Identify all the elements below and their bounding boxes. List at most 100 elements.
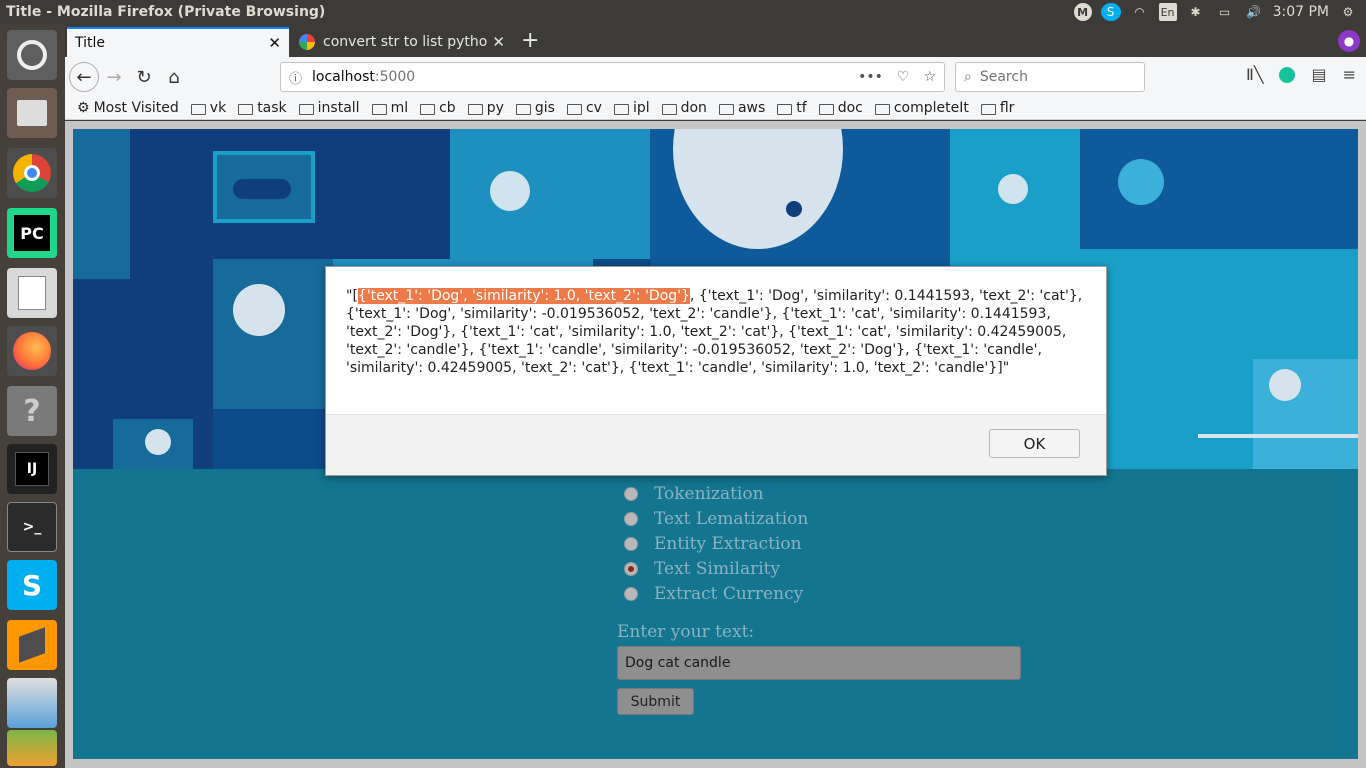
keyboard-layout-indicator[interactable]: En [1158,3,1177,21]
input-label: Enter your text: [617,622,755,642]
option-row[interactable]: Extract Currency [617,581,1037,606]
option-row[interactable]: Text Similarity [617,556,1037,581]
option-label: Extract Currency [654,583,804,604]
terminal-icon[interactable]: >_ [7,502,57,552]
nlp-options-form: Tokenization Text Lematization Entity Ex… [617,469,1037,715]
site-info-icon[interactable]: ⓘ [289,68,302,87]
option-label: Text Lematization [654,508,809,529]
settings-gear-icon[interactable]: ⚙ [1338,3,1358,21]
bookmark-folder[interactable]: gis [515,100,555,116]
ok-button[interactable]: OK [989,429,1080,458]
folder-icon [980,103,996,115]
folder-icon [238,103,254,115]
url-bar[interactable]: ⓘ localhost:5000 ••• ♡ ☆ [280,62,945,92]
pocket-icon[interactable]: ♡ [897,69,910,85]
skype-icon[interactable]: S [7,560,57,610]
home-icon[interactable]: ⌂ [159,62,189,92]
wifi-icon[interactable]: ◠ [1130,3,1150,21]
search-placeholder: Search [979,69,1028,85]
url-port: :5000 [374,69,416,85]
text-input-field[interactable]: Dog cat candle [617,646,1021,680]
bluetooth-icon[interactable]: ✱ [1186,3,1206,21]
option-row[interactable]: Entity Extraction [617,531,1037,556]
bookmarks-toolbar: ⚙ Most Visited vk task install ml cb py g… [65,97,1366,120]
folder-icon [613,103,629,115]
bookmark-folder[interactable]: cb [420,100,456,116]
gear-icon: ⚙ [77,100,90,116]
submit-button[interactable]: Submit [617,688,694,715]
bookmark-most-visited[interactable]: ⚙ Most Visited [77,100,179,116]
back-arrow-icon[interactable]: ← [69,62,99,92]
tab-convert-str[interactable]: convert str to list pytho ✕ [291,27,513,57]
bookmark-folder[interactable]: py [467,100,504,116]
option-label: Text Similarity [654,558,781,579]
skype-tray-icon[interactable]: S [1100,3,1121,21]
option-row[interactable]: Tokenization [617,481,1037,506]
bookmark-folder[interactable]: doc [818,100,863,116]
radio-entity-extraction[interactable] [624,536,638,551]
reload-icon[interactable]: ↻ [129,62,159,92]
sidebar-icon[interactable]: ▤ [1311,65,1326,84]
system-monitor-icon[interactable] [7,678,57,728]
bookmark-star-icon[interactable]: ☆ [923,69,936,85]
folder-icon [467,103,483,115]
bookmark-folder[interactable]: completeIt [874,100,969,116]
help-icon[interactable]: ? [7,386,57,436]
tab-title[interactable]: Title ✕ [67,27,289,57]
option-row[interactable]: Text Lematization [617,506,1037,531]
window-title: Title - Mozilla Firefox (Private Browsin… [6,4,326,20]
option-label: Tokenization [654,483,764,504]
navigation-toolbar: ← → ↻ ⌂ ⓘ localhost:5000 ••• ♡ ☆ ⌕ Searc… [65,57,1366,97]
intellij-icon[interactable]: IJ [7,444,57,494]
pycharm-icon[interactable]: PC [7,208,57,258]
volume-icon[interactable]: 🔊 [1244,3,1264,21]
radio-tokenization[interactable] [624,486,638,501]
forward-arrow-icon[interactable]: → [99,62,129,92]
tab-label: Title [75,35,106,51]
bookmark-folder[interactable]: vk [190,100,226,116]
folder-icon [298,103,314,115]
sublime-text-icon[interactable] [7,620,57,670]
text-editor-icon[interactable] [7,268,57,318]
folder-icon [371,103,387,115]
option-label: Entity Extraction [654,533,802,554]
unity-launcher: PC ? IJ >_ S [0,24,65,768]
search-input[interactable]: ⌕ Search [955,62,1145,92]
mail-indicator-icon[interactable]: M [1073,3,1092,21]
ubuntu-dash-icon[interactable] [7,30,57,80]
alert-dialog: "[{'text_1': 'Dog', 'similarity': 1.0, '… [325,266,1107,476]
alert-message: "[{'text_1': 'Dog', 'similarity': 1.0, '… [346,288,1083,376]
google-favicon-icon [299,34,315,50]
grammarly-icon[interactable] [1279,66,1296,83]
radio-extract-currency[interactable] [624,586,638,601]
selected-text-highlight: {'text_1': 'Dog', 'similarity': 1.0, 'te… [357,288,690,304]
workspace-switcher-icon[interactable] [7,730,57,766]
bookmark-folder[interactable]: ml [371,100,408,116]
folder-icon [515,103,531,115]
close-tab-icon[interactable]: ✕ [492,33,505,51]
battery-icon[interactable]: ▭ [1215,3,1235,21]
bookmark-folder[interactable]: aws [718,100,765,116]
bookmark-folder[interactable]: cv [566,100,602,116]
firefox-icon[interactable] [7,326,57,376]
bookmark-folder[interactable]: install [298,100,360,116]
library-icon[interactable]: Ⅱ╲ [1246,65,1264,84]
system-top-bar: Title - Mozilla Firefox (Private Browsin… [0,0,1366,24]
close-tab-icon[interactable]: ✕ [268,34,281,52]
radio-text-similarity[interactable] [624,561,638,576]
bookmark-folder[interactable]: tf [777,100,807,116]
radio-lematization[interactable] [624,511,638,526]
folder-icon [190,103,206,115]
new-tab-plus-icon[interactable]: + [521,28,539,53]
clock[interactable]: 3:07 PM [1273,4,1329,20]
tab-bar: Title ✕ convert str to list pytho ✕ + ● [65,24,1366,57]
files-icon[interactable] [7,88,57,138]
chrome-icon[interactable] [7,148,57,198]
bookmark-folder[interactable]: don [661,100,707,116]
bookmark-folder[interactable]: flr [980,100,1014,116]
bookmark-folder[interactable]: ipl [613,100,650,116]
menu-hamburger-icon[interactable]: ≡ [1343,65,1356,84]
page-actions-icon[interactable]: ••• [858,69,883,85]
bookmark-folder[interactable]: task [238,100,287,116]
search-icon: ⌕ [964,69,972,85]
